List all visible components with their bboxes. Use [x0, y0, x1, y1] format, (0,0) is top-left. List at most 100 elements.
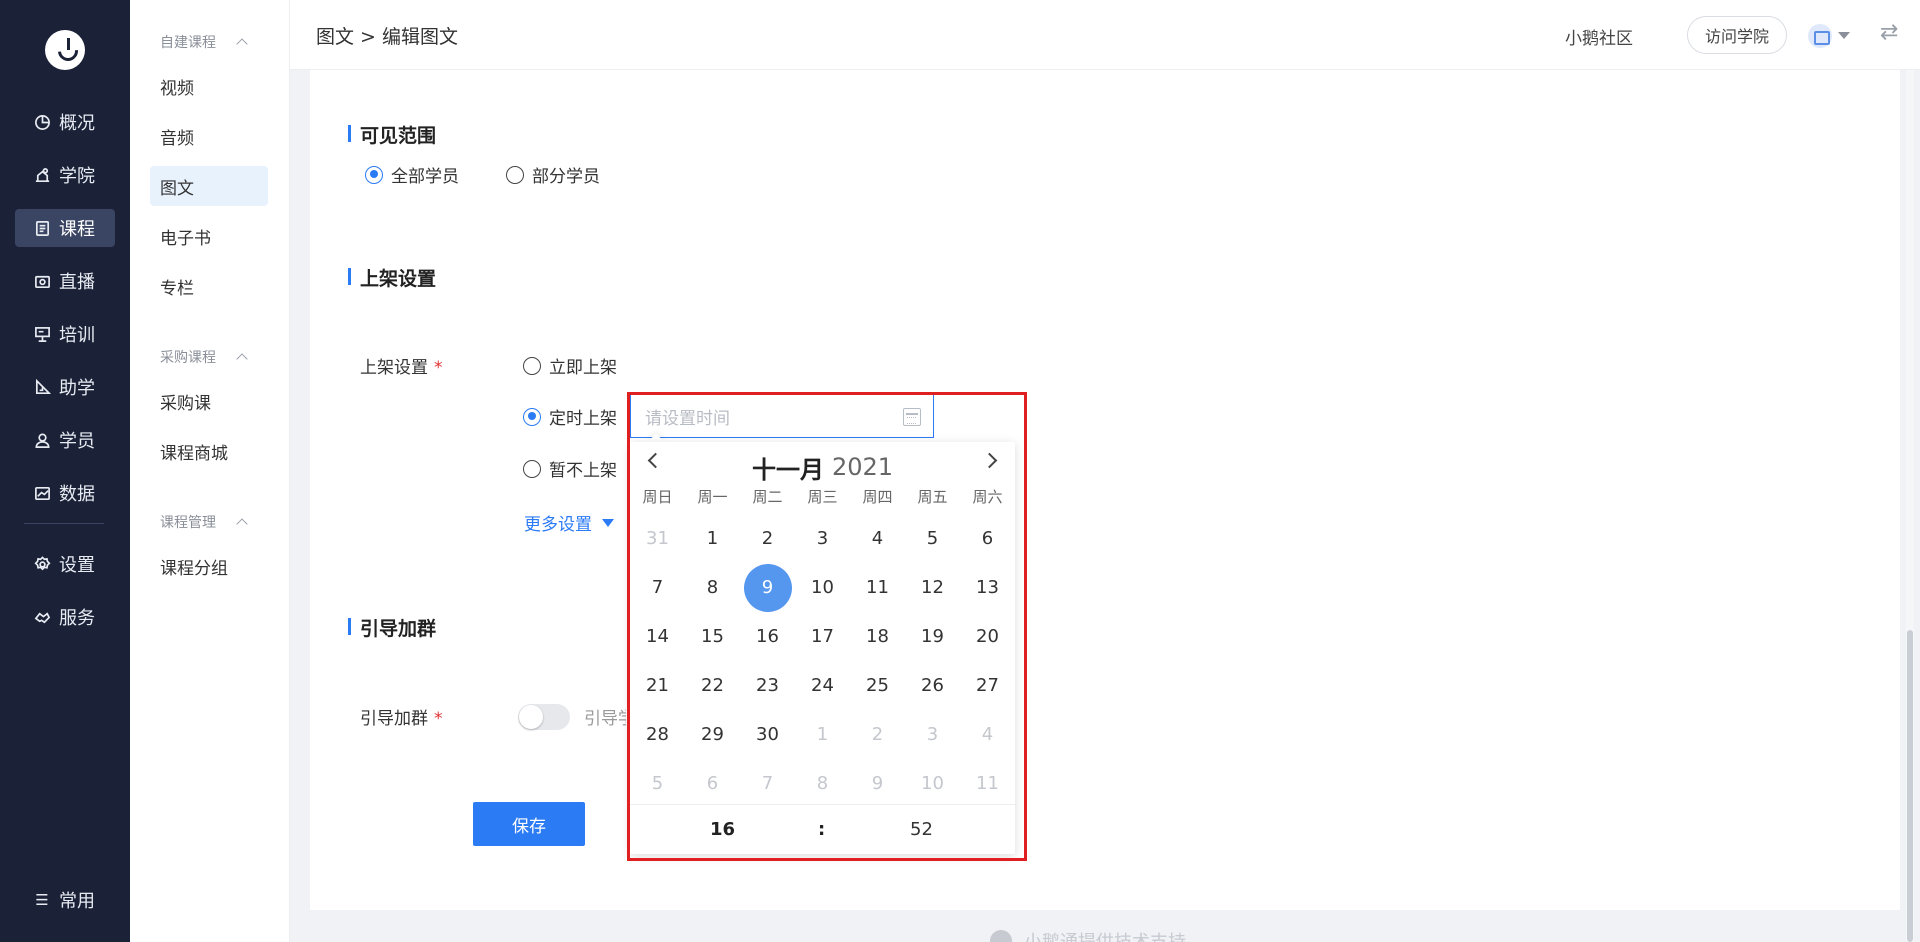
radio-unchecked-icon [523, 356, 541, 375]
nav-item-settings[interactable]: 设置 [15, 545, 115, 583]
subnav-item-label: 音频 [160, 128, 194, 149]
nav-item-label: 概况 [59, 113, 95, 134]
nav-item-label: 服务 [59, 608, 95, 629]
main-sidebar: 概况学院课程直播培训助学学员数据设置服务 ☰ 常用 [0, 0, 130, 942]
subnav-item-course-group[interactable]: 课程分组 [150, 546, 268, 586]
subnav-group-label: 自建课程 [160, 35, 216, 51]
chevron-down-icon[interactable] [1838, 32, 1850, 39]
visit-academy-button[interactable]: 访问学院 [1687, 16, 1787, 54]
more-settings-toggle[interactable]: 更多设置 [524, 510, 614, 535]
chevron-up-icon [236, 518, 248, 530]
radio-shelf-not[interactable]: 暂不上架 [523, 456, 617, 481]
nav-item-common[interactable]: ☰ 常用 [15, 881, 115, 919]
nav-item-course[interactable]: 课程 [15, 209, 115, 247]
radio-label: 立即上架 [549, 358, 617, 378]
chart-icon [33, 484, 51, 502]
scrollbar-thumb[interactable] [1907, 630, 1913, 942]
subnav-group-management[interactable]: 课程管理 [160, 512, 248, 532]
subnav-item-label: 课程商城 [160, 443, 228, 464]
nav-item-overview[interactable]: 概况 [15, 103, 115, 141]
subnav-group-purchased[interactable]: 采购课程 [160, 347, 248, 367]
nav-item-label: 课程 [59, 219, 95, 240]
subnav-item-mall[interactable]: 课程商城 [150, 431, 268, 471]
nav-item-label: 助学 [59, 378, 95, 399]
radio-unchecked-icon [506, 165, 524, 184]
radio-unchecked-icon [523, 459, 541, 478]
subnav-item-ebook[interactable]: 电子书 [150, 216, 268, 256]
radio-checked-icon [365, 165, 383, 184]
nav-item-label: 常用 [59, 891, 95, 912]
secondary-sidebar: 自建课程 视频 音频 图文 电子书 专栏 采购课程 采购课 课程商城 课程管理 … [130, 0, 290, 942]
subnav-item-column[interactable]: 专栏 [150, 266, 268, 306]
shelf-label: 上架设置 * [360, 353, 443, 378]
highlight-box [627, 392, 1027, 861]
nav-item-data[interactable]: 数据 [15, 474, 115, 512]
subnav-group-label: 课程管理 [160, 515, 216, 531]
group-join-toggle[interactable] [518, 704, 570, 730]
section-title-visibility: 可见范围 [348, 121, 436, 148]
pie-chart-icon [33, 113, 51, 131]
main-content [310, 70, 1900, 910]
nav-item-student[interactable]: 学员 [15, 421, 115, 459]
form-label-text: 引导加群 [360, 709, 428, 729]
footer-note-text: 小鹅通提供技术支持 [1024, 928, 1186, 942]
switch-icon[interactable]: ⇄ [1880, 20, 1898, 45]
required-mark: * [434, 709, 443, 729]
store-icon[interactable] [1808, 24, 1832, 48]
subnav-item-label: 课程分组 [160, 558, 228, 579]
radio-checked-icon [523, 407, 541, 426]
brand-icon [990, 930, 1012, 942]
group-join-toggle-text: 引导学 [584, 709, 626, 729]
nav-item-label: 学员 [59, 431, 95, 452]
radio-label: 全部学员 [391, 167, 459, 187]
subnav-item-label: 视频 [160, 78, 194, 99]
group-join-label: 引导加群 * [360, 704, 443, 729]
community-link[interactable]: 小鹅社区 [1565, 24, 1633, 49]
subnav-item-video[interactable]: 视频 [150, 66, 268, 106]
nav-item-label: 直播 [59, 272, 95, 293]
subnav-item-article[interactable]: 图文 [150, 166, 268, 206]
required-mark: * [434, 358, 443, 378]
radio-label: 暂不上架 [549, 461, 617, 481]
subnav-group-self-built[interactable]: 自建课程 [160, 32, 248, 52]
gear-icon [33, 555, 51, 573]
top-header: 图文 > 编辑图文 小鹅社区 访问学院 ⇄ [290, 0, 1920, 70]
nav-item-training[interactable]: 培训 [15, 315, 115, 353]
academy-icon [33, 166, 51, 184]
user-icon [33, 431, 51, 449]
subnav-item-purchase[interactable]: 采购课 [150, 381, 268, 421]
subnav-group-label: 采购课程 [160, 350, 216, 366]
section-title-shelf: 上架设置 [348, 264, 436, 291]
radio-shelf-now[interactable]: 立即上架 [523, 353, 617, 378]
subnav-item-label: 电子书 [160, 228, 211, 249]
radio-shelf-timed[interactable]: 定时上架 [523, 404, 617, 429]
ruler-icon [33, 378, 51, 396]
subnav-item-label: 图文 [160, 178, 194, 199]
nav-item-label: 学院 [59, 166, 95, 187]
radio-some-students[interactable]: 部分学员 [506, 162, 600, 187]
subnav-item-label: 专栏 [160, 278, 194, 299]
nav-item-label: 数据 [59, 484, 95, 505]
radio-all-students[interactable]: 全部学员 [365, 162, 459, 187]
nav-item-academy[interactable]: 学院 [15, 156, 115, 194]
nav-item-label: 设置 [59, 555, 95, 576]
handshake-icon [33, 608, 51, 626]
logo-icon[interactable] [45, 30, 85, 70]
nav-item-assist[interactable]: 助学 [15, 368, 115, 406]
nav-item-live[interactable]: 直播 [15, 262, 115, 300]
book-icon [33, 219, 51, 237]
nav-divider [24, 523, 104, 524]
save-button[interactable]: 保存 [473, 802, 585, 846]
nav-item-label: 培训 [59, 325, 95, 346]
footer-note: 小鹅通提供技术支持 [990, 928, 1186, 942]
subnav-item-label: 采购课 [160, 393, 211, 414]
nav-item-service[interactable]: 服务 [15, 598, 115, 636]
radio-label: 部分学员 [532, 167, 600, 187]
radio-label: 定时上架 [549, 409, 617, 429]
section-title-group-join: 引导加群 [348, 614, 436, 641]
breadcrumb[interactable]: 图文 > 编辑图文 [316, 22, 458, 49]
subnav-item-audio[interactable]: 音频 [150, 116, 268, 156]
more-settings-label: 更多设置 [524, 515, 592, 535]
chevron-up-icon [236, 38, 248, 50]
live-icon [33, 272, 51, 290]
